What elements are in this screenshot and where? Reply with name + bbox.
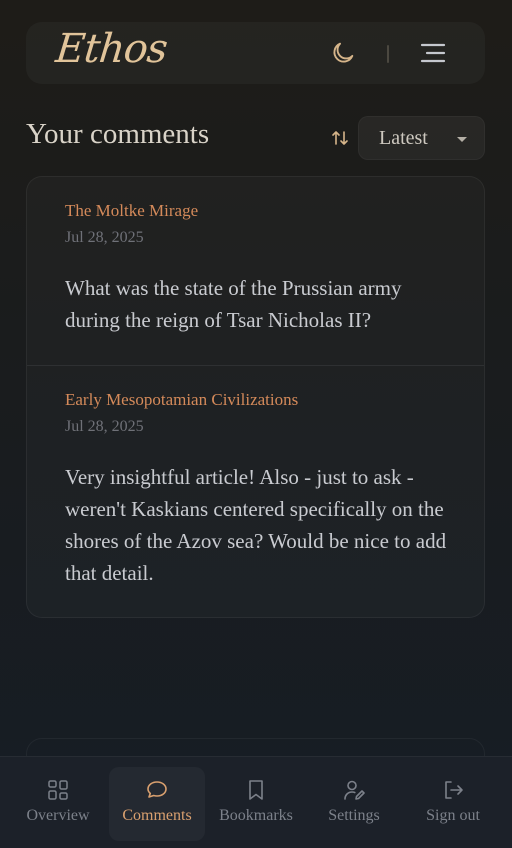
app-logo[interactable]: Ethos (54, 26, 169, 72)
nav-item-label: Settings (328, 807, 380, 824)
nav-item-sign-out[interactable]: Sign out (405, 767, 501, 841)
header-divider (387, 45, 389, 63)
sign-out-icon (445, 781, 463, 799)
nav-item-label: Overview (26, 807, 90, 824)
hamburger-menu-icon[interactable] (420, 42, 446, 64)
comment-article-link[interactable]: The Moltke Mirage (65, 201, 198, 221)
page-title: Your comments (26, 118, 210, 150)
nav-item-label: Comments (122, 807, 192, 824)
bookmark-icon (249, 780, 263, 800)
comments-card: The Moltke Mirage Jul 28, 2025 What was … (26, 176, 485, 618)
nav-item-comments[interactable]: Comments (109, 767, 205, 841)
comment-date: Jul 28, 2025 (65, 229, 144, 246)
nav-item-label: Sign out (426, 807, 480, 824)
comment-separator (27, 365, 484, 366)
nav-item-bookmarks[interactable]: Bookmarks (208, 767, 304, 841)
top-header: Ethos (26, 22, 485, 84)
nav-item-overview[interactable]: Overview (10, 767, 106, 841)
user-settings-icon (344, 780, 365, 800)
comment-date: Jul 28, 2025 (65, 418, 144, 435)
comment-text: Very insightful article! Also - just to … (65, 465, 447, 585)
chevron-down-icon (457, 137, 467, 142)
sort-dropdown-value: Latest (379, 127, 428, 149)
moon-icon[interactable] (329, 39, 357, 67)
comment-article-link[interactable]: Early Mesopotamian Civilizations (65, 390, 298, 410)
grid-icon (48, 780, 68, 800)
sort-arrows-icon[interactable] (330, 128, 350, 148)
comment-text: What was the state of the Prussian army … (65, 276, 402, 332)
chat-bubble-icon (147, 781, 167, 798)
bottom-navigation: Overview Comments Bookmarks Settings Sig… (0, 756, 512, 848)
nav-item-label: Bookmarks (219, 807, 293, 824)
sort-dropdown[interactable]: Latest (358, 116, 485, 160)
nav-item-settings[interactable]: Settings (306, 767, 402, 841)
